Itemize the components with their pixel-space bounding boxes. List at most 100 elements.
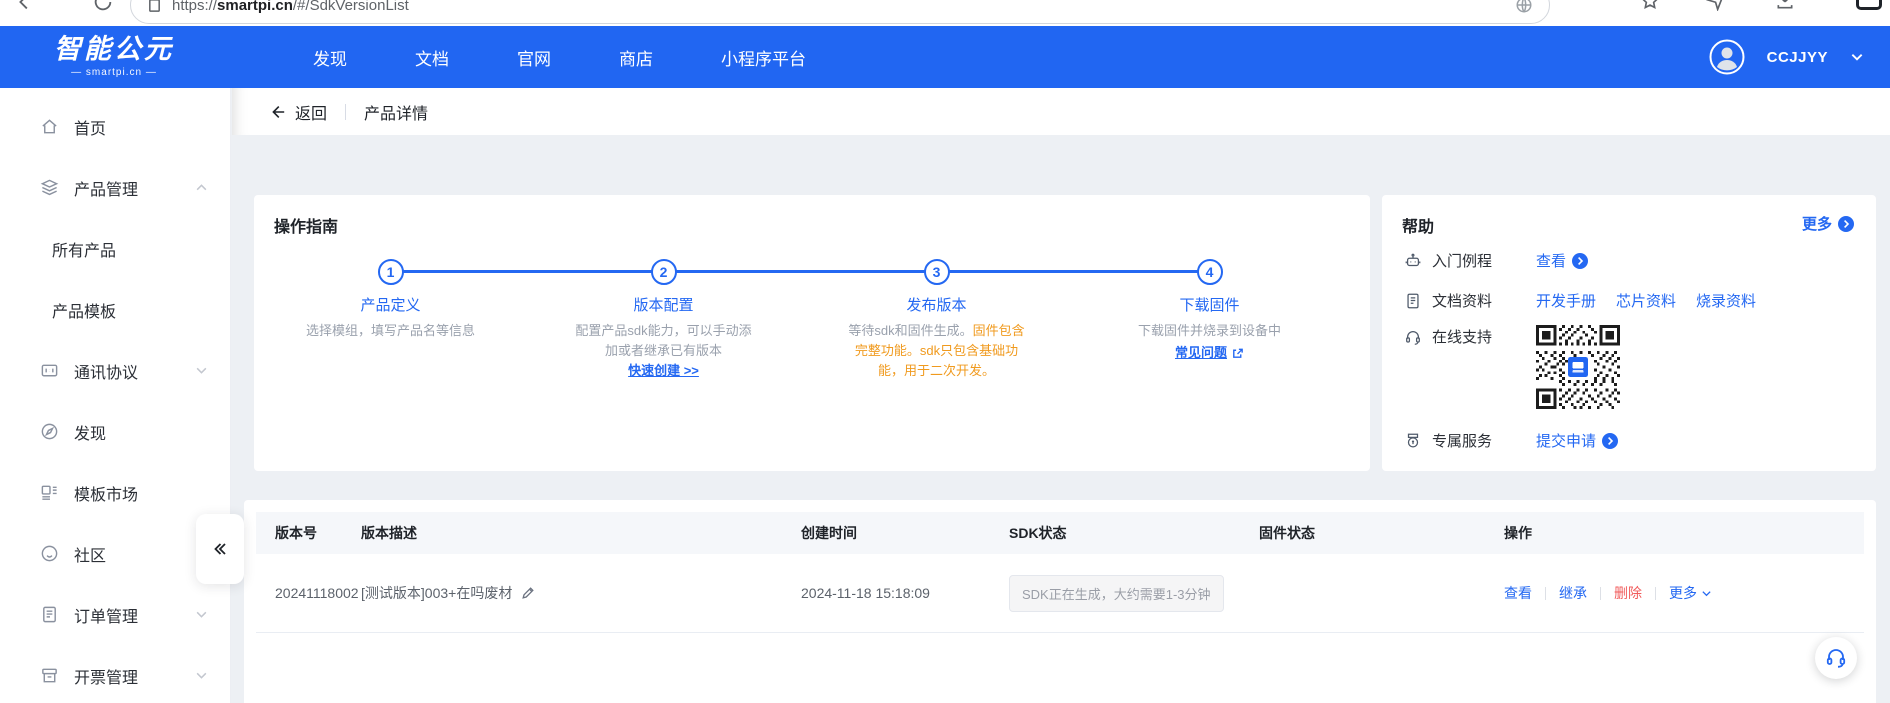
back-button[interactable]: 返回	[268, 100, 327, 124]
chevrons-left-icon	[210, 539, 230, 559]
step-title[interactable]: 产品定义	[360, 294, 420, 315]
step-title[interactable]: 发布版本	[906, 294, 966, 315]
compass-icon	[40, 422, 60, 442]
nav-official-site[interactable]: 官网	[483, 45, 585, 70]
sidebar-item-discover[interactable]: 发现	[0, 401, 230, 462]
view-link[interactable]: 查看	[1536, 250, 1589, 271]
sidebar-item-order-management[interactable]: 订单管理	[0, 584, 230, 645]
browser-profile-icon[interactable]	[1856, 0, 1882, 10]
sidebar-item-product-management[interactable]: 产品管理	[0, 157, 230, 218]
col-created-at: 创建时间	[801, 525, 857, 541]
help-more-link[interactable]: 更多	[1802, 213, 1854, 234]
step-publish-version: 3 发布版本 等待sdk和固件生成。固件包含完整功能。sdk只包含基础功能，用于…	[800, 259, 1073, 381]
quick-create-link[interactable]: 快速创建 >>	[628, 363, 699, 378]
burn-docs-link[interactable]: 烧录资料	[1696, 290, 1756, 311]
dev-manual-link[interactable]: 开发手册	[1536, 290, 1596, 311]
protocol-icon	[40, 361, 60, 381]
step-title[interactable]: 版本配置	[633, 294, 693, 315]
sidebar-item-template-market[interactable]: 模板市场	[0, 462, 230, 523]
help-row-dedicated-service: 专属服务 提交申请	[1404, 430, 1619, 451]
arrow-circle-icon	[1838, 215, 1854, 232]
sidebar-item-communication-protocol[interactable]: 通讯协议	[0, 340, 230, 401]
address-bar[interactable]: https://smartpi.cn/#/SdkVersionList	[130, 0, 1550, 24]
col-version: 版本号	[275, 525, 317, 541]
arrow-left-icon	[268, 103, 286, 121]
nav-discover[interactable]: 发现	[279, 45, 381, 70]
sidebar-item-label: 通讯协议	[74, 364, 139, 382]
step-number: 1	[377, 259, 404, 285]
chevron-up-icon[interactable]	[195, 181, 208, 194]
inherit-action[interactable]: 继承	[1546, 583, 1600, 603]
browser-reload-icon[interactable]	[92, 0, 114, 18]
sidebar-item-home[interactable]: 首页	[0, 96, 230, 157]
breadcrumb: 返回 产品详情	[232, 88, 1890, 135]
sidebar-item-all-products[interactable]: 所有产品	[0, 218, 230, 279]
avatar[interactable]	[1709, 39, 1745, 75]
arrow-circle-icon	[1602, 432, 1619, 449]
step-description: 选择模组，填写产品名等信息	[305, 323, 475, 338]
top-nav: 发现 文档 官网 商店 小程序平台	[279, 45, 840, 70]
delete-action[interactable]: 删除	[1601, 583, 1655, 603]
step-number: 4	[1196, 259, 1223, 285]
url-text: https://smartpi.cn/#/SdkVersionList	[172, 0, 409, 14]
community-icon	[40, 544, 60, 564]
step-title[interactable]: 下载固件	[1179, 294, 1239, 315]
step-number: 3	[923, 259, 950, 285]
logo[interactable]: 智能公元 — smartpi.cn —	[45, 34, 183, 79]
help-row-online-support: 在线支持	[1404, 326, 1536, 347]
doc-links: 开发手册 芯片资料 烧录资料	[1536, 290, 1756, 311]
invoice-icon	[40, 666, 60, 686]
step-download-firmware: 4 下载固件 下载固件并烧录到设备中 常见问题	[1073, 259, 1346, 381]
browser-chrome: https://smartpi.cn/#/SdkVersionList	[0, 0, 1890, 26]
layers-icon	[40, 178, 60, 198]
browser-back-icon[interactable]	[14, 0, 36, 18]
user-chevron-down-icon[interactable]	[1850, 50, 1864, 64]
help-row-label: 入门例程	[1404, 250, 1536, 271]
logo-title: 智能公元	[54, 34, 174, 64]
step-description: 下载固件并烧录到设备中 常见问题	[1121, 321, 1299, 363]
sidebar-item-label: 产品管理	[74, 181, 139, 199]
row-actions: 查看 继承 删除 更多	[1504, 583, 1864, 603]
help-row-label: 专属服务	[1404, 430, 1536, 451]
guide-title: 操作指南	[274, 219, 339, 236]
edit-description-icon[interactable]	[521, 586, 535, 600]
more-action[interactable]: 更多	[1656, 583, 1725, 603]
customer-service-button[interactable]	[1815, 637, 1857, 679]
send-icon[interactable]	[1705, 0, 1726, 16]
help-row-documents: 文档资料 开发手册 芯片资料 烧录资料	[1404, 290, 1756, 311]
sdk-status-badge: SDK正在生成，大约需要1-3分钟	[1009, 574, 1224, 612]
chevron-down-icon[interactable]	[195, 364, 208, 377]
username[interactable]: CCJJYY	[1767, 49, 1828, 66]
sidebar-collapse-handle[interactable]	[196, 514, 244, 584]
sidebar-item-invoice-management[interactable]: 开票管理	[0, 645, 230, 703]
nav-docs[interactable]: 文档	[381, 45, 483, 70]
chip-docs-link[interactable]: 芯片资料	[1616, 290, 1676, 311]
bookmark-star-icon[interactable]	[1640, 0, 1660, 16]
page: https://smartpi.cn/#/SdkVersionList 智能公元…	[0, 0, 1890, 703]
page-info-icon[interactable]	[147, 0, 162, 13]
sidebar-item-label: 模板市场	[74, 486, 139, 504]
chevron-down-icon[interactable]	[195, 608, 208, 621]
nav-store[interactable]: 商店	[585, 45, 687, 70]
operation-guide-panel: 操作指南 1 产品定义 选择模组，填写产品名等信息 2 版本配置 配置产品sdk…	[254, 195, 1370, 471]
step-product-definition: 1 产品定义 选择模组，填写产品名等信息	[254, 259, 527, 381]
sidebar-item-label: 首页	[74, 120, 107, 138]
download-icon[interactable]	[1775, 0, 1795, 16]
chevron-down-icon	[1701, 588, 1712, 599]
help-row-label: 文档资料	[1404, 290, 1536, 311]
submit-application-link[interactable]: 提交申请	[1536, 430, 1619, 451]
faq-link[interactable]: 常见问题	[1175, 343, 1244, 363]
sidebar-item-product-templates[interactable]: 产品模板	[0, 279, 230, 340]
sidebar-item-label: 开票管理	[74, 669, 139, 687]
page-title: 产品详情	[364, 105, 429, 123]
view-action[interactable]: 查看	[1504, 583, 1545, 603]
robot-icon	[1404, 252, 1422, 270]
nav-miniprogram-platform[interactable]: 小程序平台	[687, 45, 840, 70]
template-market-icon	[40, 483, 60, 503]
chevron-down-icon[interactable]	[195, 669, 208, 682]
translate-icon[interactable]	[1515, 0, 1533, 14]
back-label: 返回	[295, 105, 328, 123]
headset-icon	[1404, 328, 1422, 346]
content: 操作指南 1 产品定义 选择模组，填写产品名等信息 2 版本配置 配置产品sdk…	[232, 135, 1890, 703]
arrow-circle-icon	[1572, 252, 1589, 269]
